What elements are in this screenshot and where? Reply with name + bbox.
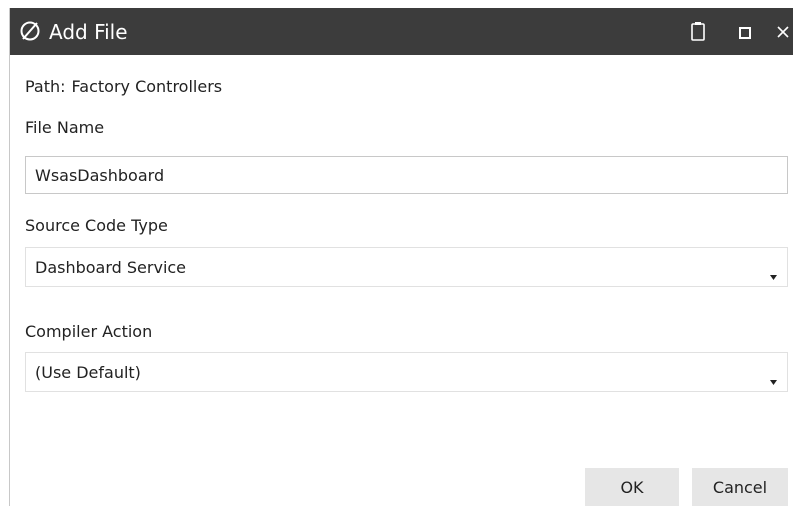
file-name-label: File Name	[25, 118, 105, 137]
dropdown-arrow-icon	[770, 370, 777, 385]
source-code-type-label: Source Code Type	[25, 216, 168, 235]
cancel-button[interactable]: Cancel	[692, 468, 788, 506]
close-icon[interactable]	[774, 20, 793, 42]
file-name-input[interactable]	[25, 156, 788, 194]
path-label: Path:	[25, 77, 66, 96]
compiler-action-value: (Use Default)	[35, 363, 141, 382]
compiler-action-label: Compiler Action	[25, 322, 153, 341]
background-strip	[0, 0, 793, 8]
ok-button[interactable]: OK	[585, 468, 679, 506]
source-code-type-select[interactable]: Dashboard Service	[25, 247, 788, 287]
compiler-action-select[interactable]: (Use Default)	[25, 352, 788, 392]
add-file-dialog: Add File Path: Factory Controllers File N…	[9, 8, 793, 506]
slashed-circle-logo-icon	[19, 20, 41, 42]
path-value: Factory Controllers	[71, 77, 223, 96]
source-code-type-value: Dashboard Service	[35, 258, 187, 277]
dialog-titlebar[interactable]: Add File	[10, 8, 793, 55]
path-row: Path: Factory Controllers	[25, 77, 222, 97]
dropdown-arrow-icon	[770, 265, 777, 280]
maximize-icon[interactable]	[738, 25, 752, 39]
dialog-title: Add File	[49, 20, 128, 44]
clipboard-icon[interactable]	[690, 20, 706, 42]
